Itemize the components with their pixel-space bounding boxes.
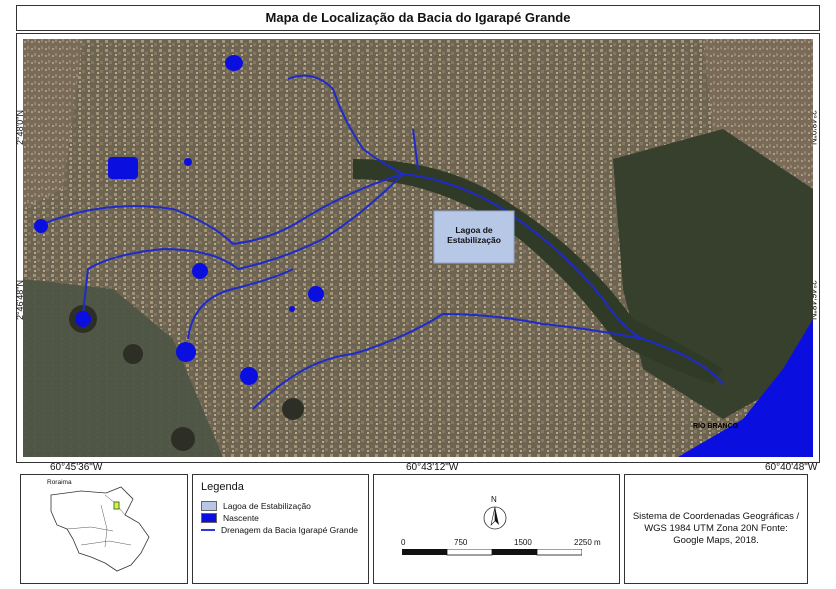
lon-label-center: 60°43'12"W	[406, 462, 459, 473]
legend-panel: Legenda Lagoa de Estabilização Nascente …	[192, 474, 369, 584]
scale-label: 0	[401, 538, 406, 547]
map-canvas	[23, 39, 813, 457]
locator-label: Roraima	[47, 479, 72, 486]
map-frame: 2°48'0"N 2°46'48"N 2°48'0"N 2°46'48"N La…	[15, 33, 820, 463]
north-arrow-icon	[483, 506, 507, 530]
legend-item-label: Nascente	[223, 513, 259, 523]
river-label: RIO BRANCO	[693, 423, 739, 430]
north-label: N	[491, 495, 497, 504]
legend-item-nascente: Nascente	[201, 513, 259, 523]
crs-panel: Sistema de Coordenadas Geográficas / WGS…	[624, 474, 808, 584]
dark-pond	[282, 398, 304, 420]
scale-panel: N 0 750 1500 2250 m	[373, 474, 620, 584]
crs-text: Sistema de Coordenadas Geográficas / WGS…	[632, 511, 800, 546]
legend-item-lagoon: Lagoa de Estabilização	[201, 501, 311, 511]
legend-title: Legenda	[201, 481, 244, 493]
lon-label-left: 60°45'36"W	[50, 462, 103, 473]
locator-map	[50, 486, 150, 572]
map-title: Mapa de Localização da Bacia do Igarapé …	[265, 10, 571, 25]
locator-highlight	[113, 501, 120, 510]
lagoon-swatch	[201, 501, 217, 511]
scale-label: 2250 m	[574, 538, 601, 547]
dark-pond	[123, 344, 143, 364]
scale-bar	[402, 549, 582, 556]
scale-label: 1500	[514, 538, 532, 547]
title-box: Mapa de Localização da Bacia do Igarapé …	[16, 5, 820, 31]
locator-panel: Roraima	[20, 474, 188, 584]
dark-pond	[171, 427, 195, 451]
lagoon-label: Lagoa de Estabilização	[447, 225, 501, 245]
scale-label: 750	[454, 538, 468, 547]
lon-label-right: 60°40'48"W	[765, 462, 818, 473]
nascente-swatch	[201, 513, 217, 523]
legend-item-drainage: Drenagem da Bacia Igarapé Grande	[201, 525, 358, 535]
satellite-map[interactable]: Lagoa de Estabilização RIO BRANCO	[23, 39, 813, 457]
drainage-swatch	[201, 529, 215, 531]
legend-item-label: Drenagem da Bacia Igarapé Grande	[221, 525, 359, 535]
legend-item-label: Lagoa de Estabilização	[223, 501, 311, 511]
